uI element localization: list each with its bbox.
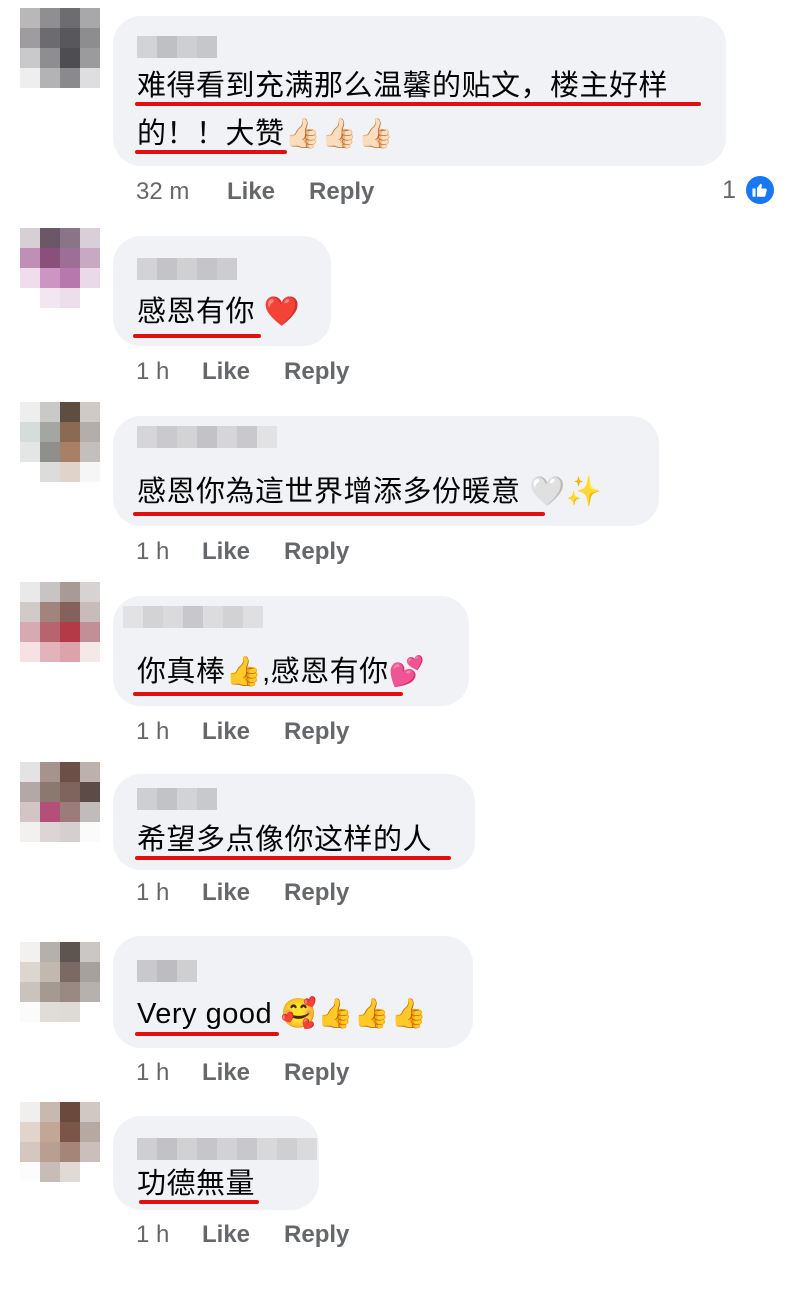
text-underline xyxy=(133,512,545,516)
comment-meta: 1 h Like Reply xyxy=(136,717,349,747)
text-underline xyxy=(135,856,451,860)
text-underline xyxy=(135,1032,279,1036)
comment-bubble: 难得看到充满那么温馨的贴文，楼主好样 的！！大赞👍🏻👍🏻👍🏻 xyxy=(113,16,726,166)
comment-bubble: Very good 🥰👍👍👍 xyxy=(113,936,473,1048)
avatar[interactable] xyxy=(20,402,100,482)
comment-bubble: 感恩有你 ❤️ xyxy=(113,236,331,346)
text-underline xyxy=(133,334,261,338)
blurred-author-name[interactable] xyxy=(137,1138,317,1160)
comment-text-line: 感恩你為這世界增添多份暖意 🤍✨ xyxy=(137,476,603,508)
like-button[interactable]: Like xyxy=(227,178,275,206)
comment-bubble: 感恩你為這世界增添多份暖意 🤍✨ xyxy=(113,416,659,526)
reaction-count: 1 xyxy=(722,175,736,204)
blurred-author-name[interactable] xyxy=(137,36,217,58)
like-button[interactable]: Like xyxy=(202,879,250,907)
text-underline xyxy=(135,102,701,106)
text-underline xyxy=(133,692,403,696)
avatar[interactable] xyxy=(20,582,100,662)
reply-button[interactable]: Reply xyxy=(284,358,349,386)
like-button[interactable]: Like xyxy=(202,1221,250,1249)
blurred-author-name[interactable] xyxy=(137,258,237,280)
blurred-author-name[interactable] xyxy=(137,426,277,448)
comment-meta: 1 h Like Reply xyxy=(136,878,349,908)
comment-bubble: 你真棒👍,感恩有你💕 xyxy=(113,596,469,706)
reply-button[interactable]: Reply xyxy=(284,1059,349,1087)
comment-timestamp: 1 h xyxy=(136,879,170,906)
comment-text: 难得看到充满那么温馨的贴文，楼主好样 的！！大赞👍🏻👍🏻👍🏻 xyxy=(137,62,668,158)
comment-timestamp: 1 h xyxy=(136,718,170,745)
avatar[interactable] xyxy=(20,762,100,842)
blurred-author-name[interactable] xyxy=(123,606,263,628)
comment-text: 你真棒👍,感恩有你💕 xyxy=(137,648,425,696)
avatar[interactable] xyxy=(20,1102,100,1182)
like-icon xyxy=(744,174,776,206)
comment-meta: 1 h Like Reply xyxy=(136,357,349,387)
comment-text-line: 感恩有你 ❤️ xyxy=(137,296,301,328)
reaction-summary[interactable]: 1 xyxy=(722,174,776,206)
comment-meta: 1 h Like Reply xyxy=(136,537,349,567)
avatar[interactable] xyxy=(20,228,100,308)
comment-bubble: 希望多点像你这样的人 xyxy=(113,774,475,870)
comment-text-line: 你真棒👍,感恩有你💕 xyxy=(137,656,426,688)
text-underline xyxy=(135,150,287,154)
text-underline xyxy=(139,1200,259,1204)
avatar[interactable] xyxy=(20,942,100,1022)
comment-meta: 1 h Like Reply xyxy=(136,1058,349,1088)
comment-timestamp: 1 h xyxy=(136,358,170,385)
comment-text: 感恩有你 ❤️ xyxy=(137,288,300,336)
blurred-author-name[interactable] xyxy=(137,788,217,810)
reply-button[interactable]: Reply xyxy=(309,178,374,206)
like-button[interactable]: Like xyxy=(202,538,250,566)
avatar[interactable] xyxy=(20,8,100,88)
like-button[interactable]: Like xyxy=(202,358,250,386)
comment-timestamp: 1 h xyxy=(136,538,170,565)
reply-button[interactable]: Reply xyxy=(284,879,349,907)
comment-meta: 1 h Like Reply xyxy=(136,1220,349,1250)
reply-button[interactable]: Reply xyxy=(284,1221,349,1249)
blurred-author-name[interactable] xyxy=(137,960,197,982)
like-button[interactable]: Like xyxy=(202,1059,250,1087)
comment-text-line: Very good 🥰👍👍👍 xyxy=(137,998,428,1030)
reply-button[interactable]: Reply xyxy=(284,538,349,566)
comment-bubble: 功德無量 xyxy=(113,1116,319,1210)
like-button[interactable]: Like xyxy=(202,718,250,746)
comment-timestamp: 32 m xyxy=(136,178,190,205)
reply-button[interactable]: Reply xyxy=(284,718,349,746)
comment-text: 感恩你為這世界增添多份暖意 🤍✨ xyxy=(137,468,602,516)
comment-text: Very good 🥰👍👍👍 xyxy=(137,990,427,1038)
comment-timestamp: 1 h xyxy=(136,1221,170,1248)
comment-timestamp: 1 h xyxy=(136,1059,170,1086)
comment-meta: 32 m Like Reply xyxy=(136,177,374,207)
